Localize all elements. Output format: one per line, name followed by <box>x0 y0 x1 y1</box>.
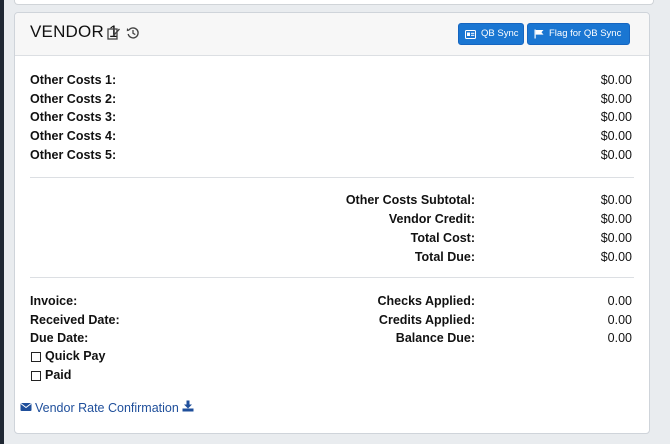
vendor-card: VENDOR 1 QB Sync Flag for QB Sync Other … <box>14 12 650 434</box>
download-icon <box>182 400 194 415</box>
invoice-label: Invoice: <box>30 294 78 308</box>
total-due-label: Total Due: <box>414 250 475 264</box>
checks-applied-value: 0.00 <box>607 294 632 308</box>
envelope-icon <box>20 401 32 415</box>
received-date-label: Received Date: <box>30 313 120 327</box>
vendor-credit-label: Vendor Credit: <box>388 212 475 226</box>
section-divider <box>30 277 634 278</box>
other-costs-4-label: Other Costs 4: <box>30 129 117 143</box>
id-card-icon <box>465 29 476 39</box>
qb-sync-label: QB Sync <box>481 28 519 39</box>
other-costs-1-value: $0.00 <box>600 73 632 87</box>
flag-icon <box>534 29 544 39</box>
other-costs-subtotal-value: $0.00 <box>600 193 632 207</box>
vendor-card-header: VENDOR 1 QB Sync Flag for QB Sync <box>15 13 649 56</box>
history-icon[interactable] <box>126 26 140 40</box>
flag-label: Flag for QB Sync <box>549 28 622 39</box>
balance-due-value: 0.00 <box>607 331 632 345</box>
app-left-edge <box>0 0 4 444</box>
other-costs-3-label: Other Costs 3: <box>30 110 117 124</box>
qb-sync-button[interactable]: QB Sync <box>458 23 524 45</box>
credits-applied-label: Credits Applied: <box>378 313 475 327</box>
quick-pay-label: Quick Pay <box>45 349 106 363</box>
vendor-title: VENDOR 1 <box>30 22 119 41</box>
vendor-credit-value: $0.00 <box>600 212 632 226</box>
total-due-value: $0.00 <box>600 250 632 264</box>
other-costs-4-value: $0.00 <box>600 129 632 143</box>
section-divider <box>30 177 634 178</box>
other-costs-1-label: Other Costs 1: <box>30 73 117 87</box>
checks-applied-label: Checks Applied: <box>377 294 475 308</box>
due-date-label: Due Date: <box>30 331 89 345</box>
total-cost-label: Total Cost: <box>410 231 475 245</box>
other-costs-subtotal-label: Other Costs Subtotal: <box>345 193 475 207</box>
other-costs-3-value: $0.00 <box>600 110 632 124</box>
other-costs-5-label: Other Costs 5: <box>30 148 117 162</box>
flag-for-qb-sync-button[interactable]: Flag for QB Sync <box>527 23 630 45</box>
paid-checkbox[interactable] <box>31 371 41 381</box>
vendor-rate-confirmation-link[interactable]: Vendor Rate Confirmation <box>20 400 194 415</box>
edit-icon[interactable] <box>107 26 121 40</box>
quick-pay-checkbox[interactable] <box>31 352 41 362</box>
other-costs-2-label: Other Costs 2: <box>30 92 117 106</box>
vendor-rate-confirmation-label: Vendor Rate Confirmation <box>35 400 179 415</box>
credits-applied-value: 0.00 <box>607 313 632 327</box>
total-cost-value: $0.00 <box>600 231 632 245</box>
previous-card-bottom <box>14 0 654 5</box>
balance-due-label: Balance Due: <box>395 331 475 345</box>
other-costs-2-value: $0.00 <box>600 92 632 106</box>
other-costs-5-value: $0.00 <box>600 148 632 162</box>
paid-label: Paid <box>45 368 72 382</box>
